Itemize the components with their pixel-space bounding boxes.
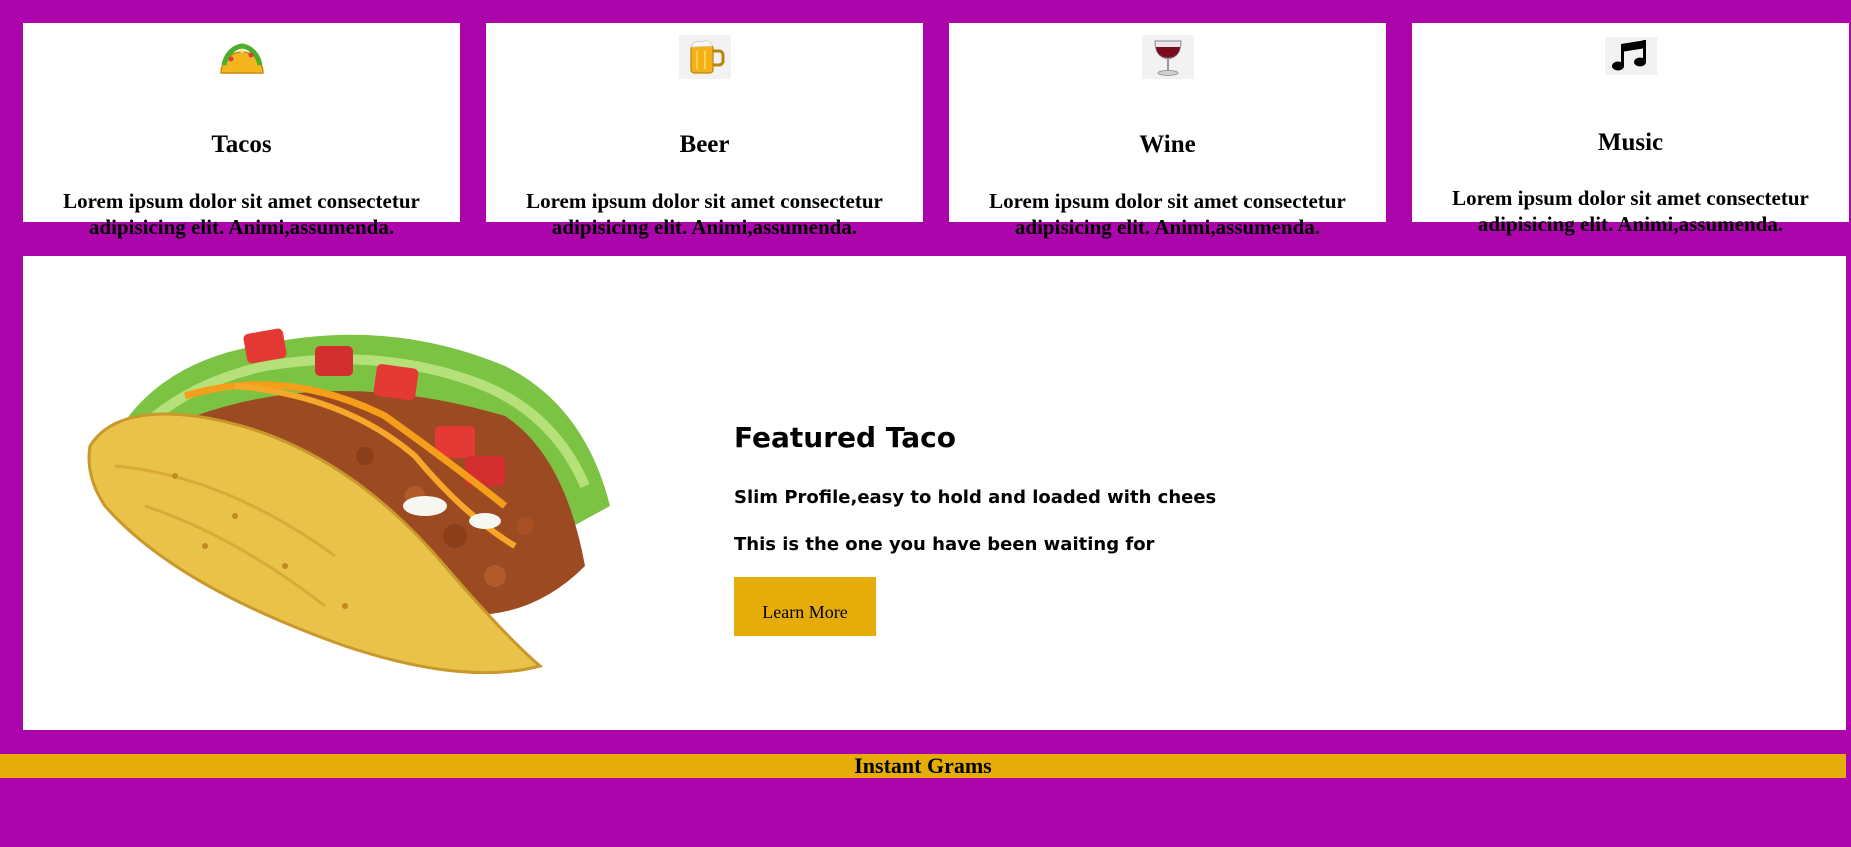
- card-title: Beer: [679, 131, 730, 158]
- card-description: Lorem ipsum dolor sit amet consectetur a…: [989, 189, 1346, 239]
- card-description: Lorem ipsum dolor sit amet consectetur a…: [526, 189, 883, 239]
- taco-icon: [216, 35, 268, 79]
- wine-glass-icon: [1141, 35, 1194, 79]
- taco-photo: [85, 306, 622, 680]
- card-description: Lorem ipsum dolor sit amet consectetur a…: [1452, 186, 1809, 236]
- featured-description: Slim Profile,easy to hold and loaded wit…: [734, 487, 1217, 508]
- featured-section: Featured Taco Slim Profile,easy to hold …: [23, 256, 1846, 730]
- footer-bar: Instant Grams: [0, 754, 1846, 778]
- card-tacos: Tacos Lorem ipsum dolor sit amet consect…: [23, 23, 460, 239]
- beer-mug-icon: [678, 35, 731, 79]
- card-music: Music Lorem ipsum dolor sit amet consect…: [1412, 23, 1849, 236]
- music-note-icon: [1604, 37, 1657, 75]
- card-title: Wine: [1139, 131, 1196, 158]
- learn-more-button[interactable]: Learn More: [734, 577, 876, 636]
- card-title: Tacos: [211, 131, 272, 158]
- featured-title: Featured Taco: [734, 421, 957, 454]
- featured-tagline: This is the one you have been waiting fo…: [734, 534, 1155, 555]
- card-title: Music: [1597, 129, 1664, 156]
- footer-title: Instant Grams: [854, 753, 992, 778]
- card-wine: Wine Lorem ipsum dolor sit amet consecte…: [949, 23, 1386, 239]
- card-description: Lorem ipsum dolor sit amet consectetur a…: [63, 189, 420, 239]
- card-beer: Beer Lorem ipsum dolor sit amet consecte…: [486, 23, 923, 239]
